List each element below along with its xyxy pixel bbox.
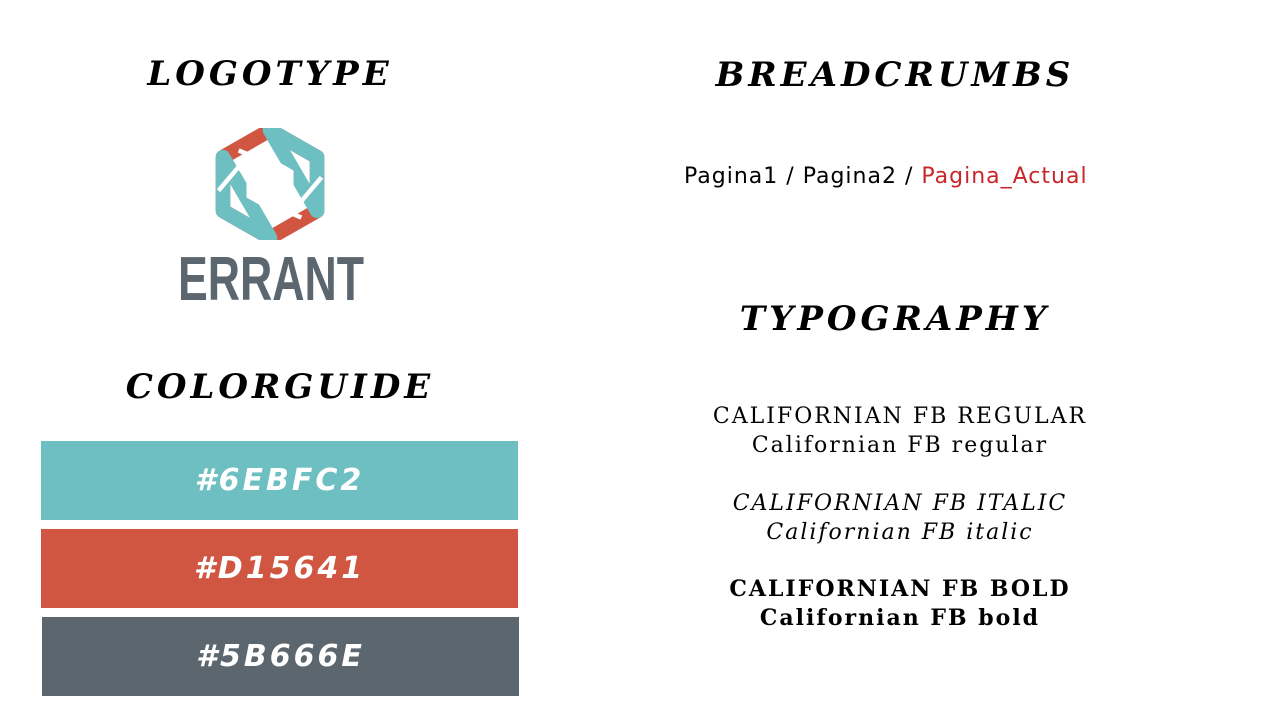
breadcrumb-separator: / [786,164,795,189]
color-swatch-label: #D15641 [193,551,366,586]
breadcrumb-item-page1[interactable]: Pagina1 [684,164,778,189]
wordmark-text: ERRANT [178,245,364,308]
typography-sample-lower: Californian FB italic [766,520,1034,545]
breadcrumb-separator: / [904,164,914,189]
color-swatch-label: #6EBFC2 [194,463,365,498]
typography-heading: TYPOGRAPHY [739,299,1051,339]
errant-logo: ERRANT [176,128,366,308]
breadcrumb-item-page2[interactable]: Pagina2 [803,164,897,189]
typography-sample-upper: CALIFORNIAN FB REGULAR [712,404,1088,429]
typography-sample-italic: CALIFORNIAN FB ITALIC Californian FB ita… [640,489,1160,547]
typography-sample-lower: Californian FB bold [759,605,1041,631]
logotype-heading: LOGOTYPE [147,54,393,94]
typography-sample-regular: CALIFORNIAN FB REGULAR Californian FB re… [640,402,1160,460]
color-swatch-teal: #6EBFC2 [41,441,518,520]
typography-sample-lower: Californian FB regular [751,433,1049,458]
color-swatch-red: #D15641 [41,529,518,608]
color-swatch-gray: #5B666E [42,617,519,696]
colorguide-heading: COLORGUIDE [125,367,435,407]
typography-sample-bold: CALIFORNIAN FB BOLD Californian FB bold [640,575,1160,633]
breadcrumb-item-current: Pagina_Actual [921,164,1088,189]
breadcrumbs-heading: BREADCRUMBS [715,55,1075,95]
typography-sample-upper: CALIFORNIAN FB ITALIC [732,491,1068,516]
color-swatch-label: #5B666E [196,639,365,674]
errant-logo-mark-icon [215,128,325,240]
breadcrumb: Pagina1 / Pagina2 / Pagina_Actual [684,164,1088,189]
errant-wordmark: ERRANT [178,245,364,308]
typography-sample-upper: CALIFORNIAN FB BOLD [729,576,1071,602]
